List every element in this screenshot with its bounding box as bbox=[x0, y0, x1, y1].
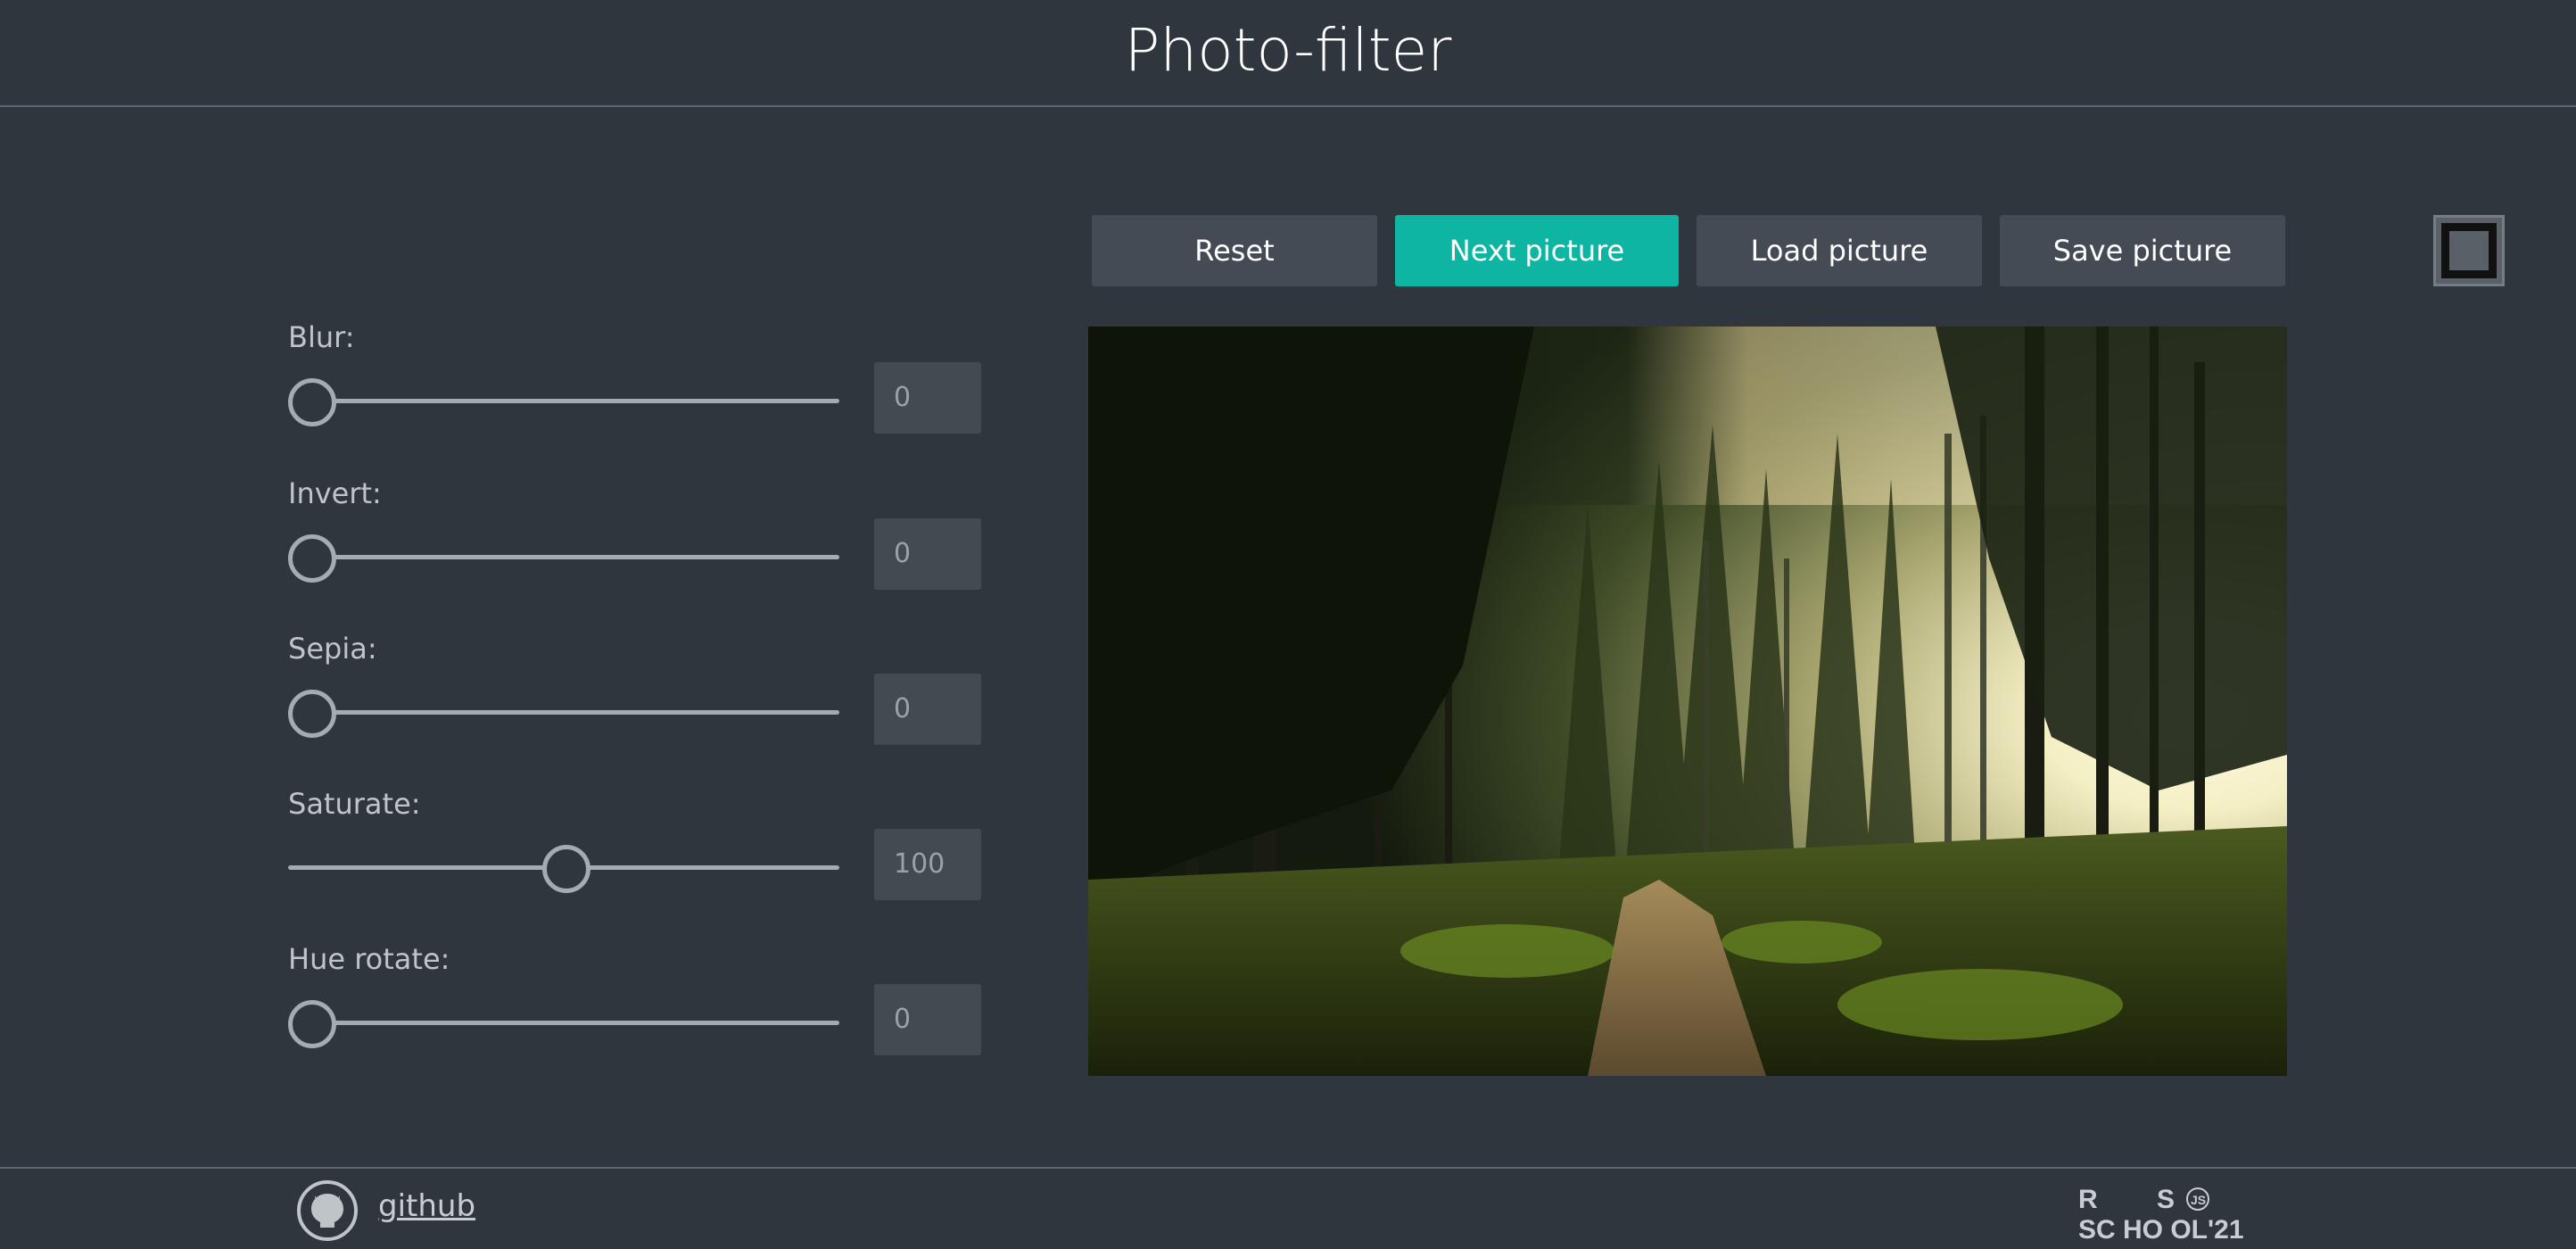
hue-rotate-label: Hue rotate: bbox=[288, 942, 450, 976]
sepia-slider[interactable] bbox=[288, 685, 839, 739]
reset-button[interactable]: Reset bbox=[1092, 215, 1377, 286]
slider-track bbox=[288, 555, 839, 559]
slider-thumb[interactable] bbox=[542, 845, 590, 893]
fullscreen-corner bbox=[2441, 251, 2469, 278]
blur-value[interactable]: 0 bbox=[874, 362, 981, 434]
saturate-slider[interactable] bbox=[288, 840, 839, 894]
next-picture-button[interactable]: Next picture bbox=[1395, 215, 1679, 286]
svg-text:R: R bbox=[2078, 1185, 2098, 1214]
slider-thumb[interactable] bbox=[288, 1000, 336, 1048]
svg-text:JS: JS bbox=[2191, 1193, 2206, 1207]
fullscreen-corner bbox=[2441, 223, 2469, 251]
saturate-value[interactable]: 100 bbox=[874, 829, 981, 900]
slider-track bbox=[288, 1021, 839, 1025]
fullscreen-icon[interactable] bbox=[2433, 215, 2505, 286]
github-link[interactable]: github bbox=[378, 1188, 475, 1224]
main-area: Blur: 0 Invert: 0 Sepia: 0 Saturate: 100… bbox=[0, 107, 2576, 1167]
github-icon[interactable] bbox=[296, 1179, 359, 1242]
fullscreen-corner bbox=[2469, 251, 2497, 278]
save-picture-button[interactable]: Save picture bbox=[2000, 215, 2285, 286]
rs-school-logo[interactable]: R S JS SC HO OL'21 bbox=[2078, 1181, 2280, 1244]
hue-rotate-value[interactable]: 0 bbox=[874, 984, 981, 1055]
hue-rotate-slider[interactable] bbox=[288, 996, 839, 1049]
invert-label: Invert: bbox=[288, 476, 382, 510]
invert-slider[interactable] bbox=[288, 530, 839, 583]
slider-thumb[interactable] bbox=[288, 378, 336, 426]
forest-photo bbox=[1088, 327, 2287, 1076]
blur-label: Blur: bbox=[288, 320, 355, 354]
slider-thumb[interactable] bbox=[288, 534, 336, 583]
slider-track bbox=[288, 399, 839, 403]
invert-value[interactable]: 0 bbox=[874, 518, 981, 590]
saturate-label: Saturate: bbox=[288, 787, 421, 821]
page-footer: github R S JS SC HO OL'21 bbox=[0, 1167, 2576, 1249]
svg-text:SC HO OL'21: SC HO OL'21 bbox=[2078, 1215, 2244, 1244]
load-picture-button[interactable]: Load picture bbox=[1697, 215, 1982, 286]
page-header: Photo-filter bbox=[0, 0, 2576, 107]
fullscreen-corner bbox=[2469, 223, 2497, 251]
svg-text:S: S bbox=[2157, 1185, 2175, 1214]
page-title: Photo-filter bbox=[1124, 16, 1452, 85]
sepia-label: Sepia: bbox=[288, 632, 377, 666]
sepia-value[interactable]: 0 bbox=[874, 674, 981, 745]
blur-slider[interactable] bbox=[288, 374, 839, 427]
slider-track bbox=[288, 710, 839, 715]
slider-thumb[interactable] bbox=[288, 690, 336, 738]
